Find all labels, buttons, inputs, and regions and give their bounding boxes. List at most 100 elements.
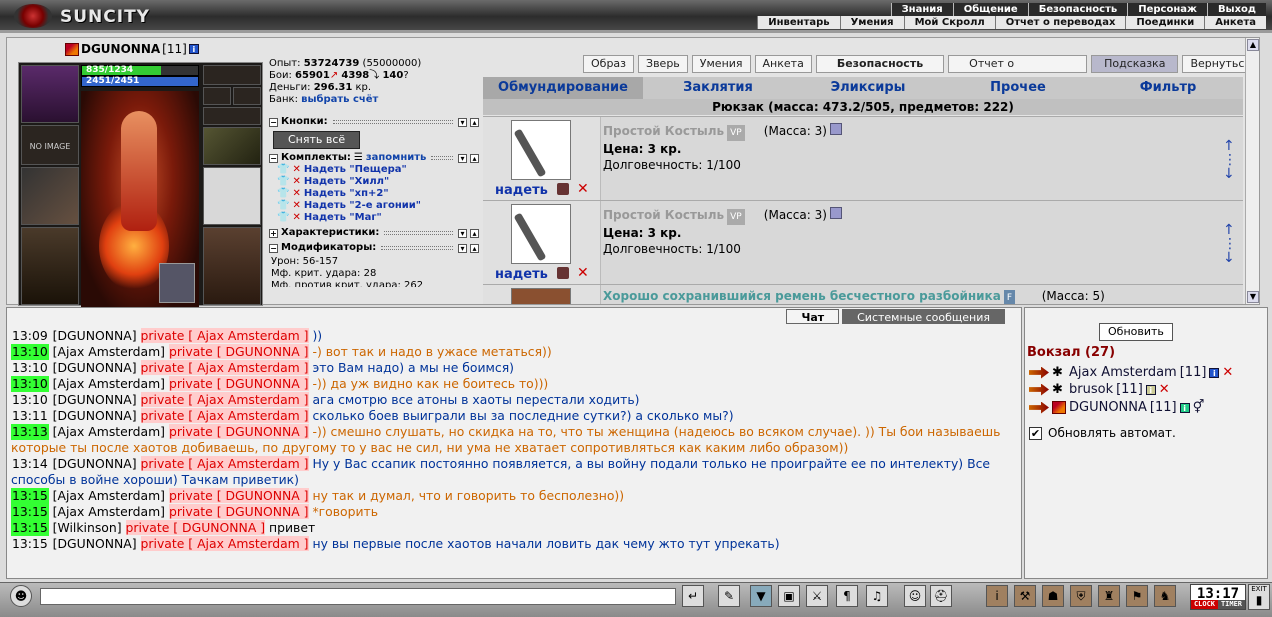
transfer-report-button[interactable]: Отчет о переводах: [948, 55, 1088, 86]
amulet-slot[interactable]: [203, 107, 261, 125]
inventory-scrollbar[interactable]: ▲ ▼: [1245, 38, 1259, 304]
user-name[interactable]: DGUNONNA: [1069, 400, 1147, 415]
kit-item[interactable]: 👕 ✕ Надеть "хп+2": [269, 188, 479, 200]
empty-slot[interactable]: NO IMAGE: [21, 125, 79, 165]
item-name[interactable]: Простой Костыль: [603, 124, 724, 138]
message-time[interactable]: 13:10: [11, 360, 49, 376]
bank-link[interactable]: выбрать счёт: [301, 94, 378, 105]
down-icon[interactable]: ▾: [458, 117, 467, 127]
message-private-tag[interactable]: private [ DGUNONNA ]: [168, 424, 309, 439]
menu-communication[interactable]: Общение: [952, 3, 1028, 16]
message-private-tag[interactable]: private [ DGUNONNA ]: [168, 504, 309, 519]
kit-icon[interactable]: [557, 267, 569, 279]
auto-refresh-row[interactable]: ✔ Обновлять автомат.: [1029, 426, 1176, 440]
scroll-up-icon[interactable]: ▲: [1247, 39, 1259, 51]
info-icon[interactable]: i: [1145, 384, 1156, 395]
message-time[interactable]: 13:10: [11, 376, 49, 392]
wear-link[interactable]: надеть: [495, 183, 548, 198]
item-name[interactable]: Простой Костыль: [603, 208, 724, 222]
clan-icon[interactable]: ♞: [1154, 585, 1176, 607]
message-private-tag[interactable]: private [ Ajax Amsterdam ]: [140, 392, 309, 407]
info-hint-icon[interactable]: i: [986, 585, 1008, 607]
delete-icon[interactable]: ✕: [292, 164, 300, 176]
message-sender[interactable]: [Ajax Amsterdam]: [53, 504, 165, 519]
menu-knowledge[interactable]: Знания: [890, 3, 953, 16]
pet-image[interactable]: [159, 263, 195, 303]
timer-label[interactable]: TIMER: [1218, 600, 1245, 609]
up-icon[interactable]: ▴: [470, 153, 479, 163]
tab-chat[interactable]: Чат: [786, 309, 840, 324]
down-icon[interactable]: ▾: [458, 153, 467, 163]
tab-other[interactable]: Прочее: [943, 77, 1093, 99]
message-sender[interactable]: [DGUNONNA]: [53, 456, 137, 471]
weapon-slot[interactable]: [21, 167, 79, 225]
kit-icon[interactable]: [557, 183, 569, 195]
up-icon[interactable]: ▴: [470, 243, 479, 253]
scroll-icon[interactable]: ⚒: [1014, 585, 1036, 607]
user-row[interactable]: ✱ Ajax Amsterdam [11] i ✕: [1029, 365, 1233, 380]
message-sender[interactable]: [Ajax Amsterdam]: [53, 424, 165, 439]
message-private-tag[interactable]: private [ Ajax Amsterdam ]: [140, 360, 309, 375]
message-sender[interactable]: [Ajax Amsterdam]: [53, 344, 165, 359]
armor-slot[interactable]: [21, 227, 79, 305]
remove-all-button[interactable]: Снять всё: [273, 131, 361, 149]
user-row[interactable]: ✱ brusok [11] i ✕: [1029, 382, 1170, 397]
up-icon[interactable]: ▴: [470, 117, 479, 127]
submenu-profile[interactable]: Анкета: [1204, 16, 1266, 29]
collapse-icon[interactable]: −: [269, 153, 278, 163]
user-row[interactable]: DGUNONNA [11] i ⚥: [1029, 400, 1204, 415]
pet-button[interactable]: Зверь: [638, 55, 688, 73]
security-button[interactable]: Безопасность: [815, 55, 945, 73]
shield-icon[interactable]: ⛨: [1070, 585, 1092, 607]
message-time[interactable]: 13:13: [11, 424, 49, 440]
tab-spells[interactable]: Заклятия: [643, 77, 793, 99]
delete-icon[interactable]: ✕: [577, 181, 589, 197]
kit-item[interactable]: 👕 ✕ Надеть "Пещера": [269, 164, 479, 176]
message-time[interactable]: 13:15: [11, 536, 49, 552]
kit-item[interactable]: 👕 ✕ Надеть "2-е агонии": [269, 200, 479, 212]
item-picture[interactable]: [511, 120, 571, 180]
collapse-icon[interactable]: −: [269, 117, 278, 127]
filter-icon[interactable]: ▼: [750, 585, 772, 607]
kit-label[interactable]: Надеть "Пещера": [304, 164, 407, 176]
message-private-tag[interactable]: private [ DGUNONNA ]: [125, 520, 266, 535]
submenu-inventory[interactable]: Инвентарь: [757, 16, 840, 29]
flag-icon[interactable]: ⚑: [1126, 585, 1148, 607]
add-friend-icon[interactable]: ⚥: [1193, 400, 1205, 415]
message-time[interactable]: 13:15: [11, 504, 49, 520]
private-arrow-icon[interactable]: [1029, 401, 1049, 414]
smiley-head-icon[interactable]: ☻: [10, 585, 32, 607]
message-private-tag[interactable]: private [ Ajax Amsterdam ]: [140, 456, 309, 471]
page-icon[interactable]: ¶: [836, 585, 858, 607]
message-sender[interactable]: [DGUNONNA]: [53, 392, 137, 407]
delete-icon[interactable]: ✕: [292, 176, 300, 188]
menu-character[interactable]: Персонаж: [1127, 3, 1207, 16]
eraser-icon[interactable]: ✎: [718, 585, 740, 607]
down-icon[interactable]: ▾: [458, 228, 467, 238]
tab-equipment[interactable]: Обмундирование: [483, 77, 643, 99]
reorder-icon[interactable]: ↑ ⋮ ↓: [1223, 139, 1237, 181]
hint-button[interactable]: Подсказка: [1091, 55, 1179, 73]
submenu-skills[interactable]: Умения: [839, 16, 904, 29]
user-name[interactable]: brusok: [1069, 382, 1113, 397]
kit-item[interactable]: 👕 ✕ Надеть "Маг": [269, 212, 479, 224]
scroll-down-icon[interactable]: ▼: [1247, 291, 1259, 303]
sound-icon[interactable]: ♫: [866, 585, 888, 607]
private-arrow-icon[interactable]: [1029, 383, 1049, 396]
message-sender[interactable]: [Ajax Amsterdam]: [53, 488, 165, 503]
private-arrow-icon[interactable]: [1029, 366, 1049, 379]
delete-icon[interactable]: ✕: [292, 200, 300, 212]
info-icon[interactable]: i: [1179, 402, 1190, 413]
message-private-tag[interactable]: private [ DGUNONNA ]: [168, 488, 309, 503]
mods-section[interactable]: − Модификаторы: ▾ ▴: [269, 242, 479, 254]
menu-exit[interactable]: Выход: [1206, 3, 1266, 16]
tab-system-messages[interactable]: Системные сообщения: [842, 309, 1005, 324]
tab-elixirs[interactable]: Эликсиры: [793, 77, 943, 99]
item-picture[interactable]: [511, 288, 571, 304]
castle-icon[interactable]: ♜: [1098, 585, 1120, 607]
mask-icon[interactable]: ☗: [1042, 585, 1064, 607]
wear-link[interactable]: надеть: [495, 267, 548, 282]
kit-label[interactable]: Надеть "2-е агонии": [304, 200, 421, 212]
message-private-tag[interactable]: private [ DGUNONNA ]: [168, 376, 309, 391]
message-time[interactable]: 13:14: [11, 456, 49, 472]
